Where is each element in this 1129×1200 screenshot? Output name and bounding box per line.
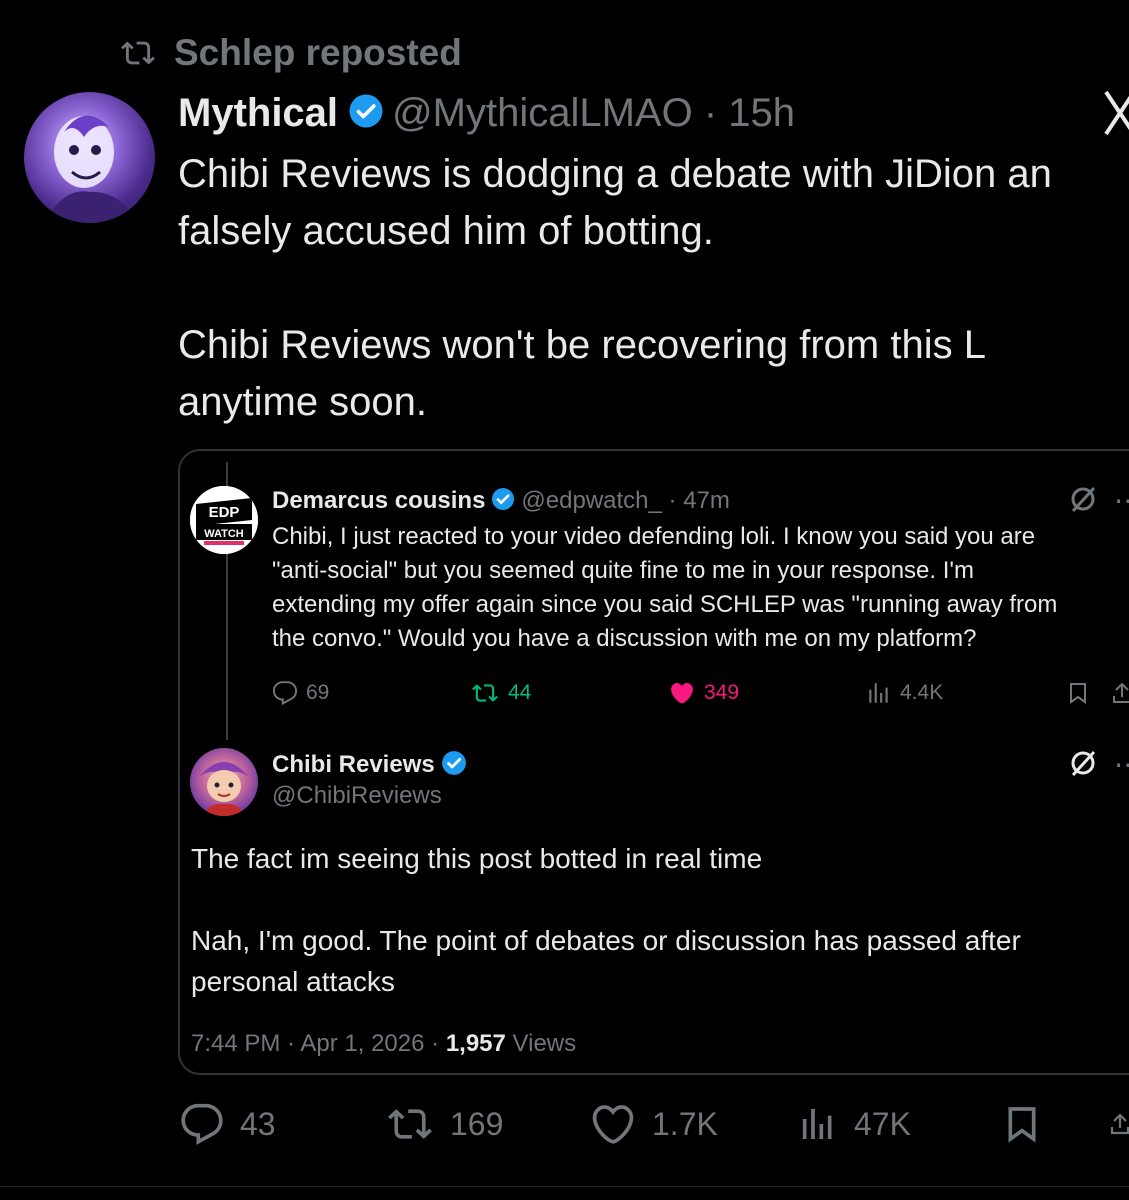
chibi-avatar[interactable]: [190, 748, 258, 816]
quote1-text: Chibi, I just reacted to your video defe…: [272, 523, 1058, 652]
quote1-like-button[interactable]: 349: [668, 676, 739, 710]
quote1-repost-count: 44: [508, 681, 532, 704]
repost-count: 169: [450, 1105, 504, 1142]
quote1-reply-button[interactable]: 69: [272, 676, 329, 710]
share-button[interactable]: [1108, 1100, 1129, 1148]
repost-icon: [388, 1109, 432, 1139]
author-handle[interactable]: @MythicalLMAO · 15h: [392, 91, 795, 136]
reply-count: 43: [240, 1105, 276, 1142]
quote1-share-button[interactable]: [1110, 676, 1129, 710]
bookmark-icon: [1008, 1107, 1036, 1143]
quote2-header: Chibi Reviews: [272, 748, 467, 782]
verified-badge-icon: [441, 750, 467, 781]
repost-icon: [121, 41, 155, 65]
quote2-views-count: 1,957: [445, 1030, 506, 1057]
repost-button[interactable]: 169: [386, 1100, 503, 1148]
svg-text:WATCH: WATCH: [204, 528, 244, 540]
edp-avatar[interactable]: EDP WATCH: [190, 486, 258, 554]
reply-icon: [272, 681, 298, 706]
quote1-repost-button[interactable]: 44: [470, 676, 531, 710]
verified-badge-icon: [491, 487, 515, 516]
reply-icon: [181, 1103, 223, 1145]
like-count: 1.7K: [652, 1105, 718, 1142]
avatar-illustration: [44, 115, 139, 223]
heart-filled-icon: [671, 682, 693, 704]
heart-icon: [592, 1105, 634, 1144]
repost-indicator[interactable]: Schlep reposted: [116, 30, 462, 76]
quote1-like-count: 349: [704, 681, 740, 704]
divider: [0, 1186, 1129, 1187]
quote2-author-handle[interactable]: @ChibiReviews: [272, 782, 442, 810]
more-options-icon[interactable]: ⋯: [1114, 748, 1129, 781]
edp-watch-logo: EDP WATCH: [190, 486, 258, 554]
quote1-view-count: 4.4K: [900, 681, 944, 704]
verified-badge-icon: [348, 93, 384, 134]
quote1-author-handle[interactable]: @edpwatch_ · 47m: [521, 487, 729, 515]
grok-icon[interactable]: [1068, 748, 1098, 785]
views-chart-icon: [869, 683, 888, 703]
bookmark-button[interactable]: [1002, 1100, 1042, 1148]
quote1-author-name[interactable]: Demarcus cousins: [272, 487, 485, 515]
quote2-timestamp: 7:44 PM · Apr 1, 2026 · 1,957 Views: [191, 1030, 576, 1058]
post-header: Mythical @MythicalLMAO · 15h: [178, 88, 795, 138]
quote1-bookmark-button[interactable]: [1066, 676, 1090, 710]
share-icon: [1113, 682, 1129, 703]
views-chart-icon: [802, 1109, 832, 1139]
reply-button[interactable]: 43: [180, 1100, 276, 1148]
quote2-author-name[interactable]: Chibi Reviews: [272, 751, 435, 779]
views-button[interactable]: 47K: [798, 1100, 911, 1148]
author-name[interactable]: Mythical: [178, 91, 338, 136]
x-logo-icon[interactable]: [1100, 88, 1129, 151]
quote1-reply-count: 69: [306, 681, 330, 704]
quote2-views-label: Views: [505, 1030, 577, 1057]
chibi-avatar-illustration: [198, 762, 250, 816]
share-icon: [1110, 1113, 1129, 1135]
repost-label: Schlep reposted: [174, 32, 462, 73]
grok-icon[interactable]: [1068, 484, 1098, 521]
bookmark-icon: [1070, 683, 1086, 704]
post-text: Chibi Reviews is dodging a debate with J…: [178, 152, 1052, 424]
quote1-header: Demarcus cousins @edpwatch_ · 47m: [272, 484, 730, 518]
like-button[interactable]: 1.7K: [590, 1100, 718, 1148]
quote1-views-button[interactable]: 4.4K: [866, 676, 943, 710]
author-avatar[interactable]: [24, 92, 155, 223]
quote2-text: The fact im seeing this post botted in r…: [191, 843, 1021, 997]
repost-icon: [472, 684, 498, 702]
quote2-time: 7:44 PM · Apr 1, 2026 ·: [191, 1030, 446, 1057]
more-options-icon[interactable]: ⋯: [1114, 484, 1129, 517]
svg-text:EDP: EDP: [209, 504, 240, 521]
view-count: 47K: [854, 1105, 911, 1142]
